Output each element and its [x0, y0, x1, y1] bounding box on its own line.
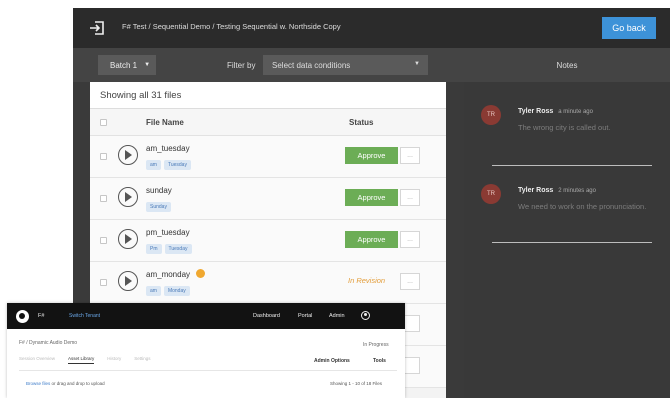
filter-toolbar: Batch 1 ▼ Filter by Select data conditio… [73, 48, 464, 82]
row-checkbox[interactable] [100, 279, 107, 286]
overlay-status[interactable]: In Progress [363, 342, 389, 348]
overlay-breadcrumb: F# / Dynamic Audio Demo [19, 340, 78, 346]
row-checkbox[interactable] [100, 153, 107, 160]
table-header: File Name Status [90, 109, 446, 136]
tag-list: Pm Tuesday [146, 244, 192, 254]
tag-list: am Tuesday [146, 160, 191, 170]
tag: am [146, 160, 161, 170]
divider [492, 165, 652, 166]
divider [19, 370, 397, 371]
admin-options-menu[interactable]: Admin Options [314, 358, 350, 364]
overlay-top-bar: F# Switch Tenant Dashboard Portal Admin [7, 303, 405, 329]
row-checkbox[interactable] [100, 237, 107, 244]
nav-dashboard[interactable]: Dashboard [253, 313, 280, 319]
upload-hint-text: or drag and drop to upload [51, 381, 105, 386]
tab-settings[interactable]: Settings [134, 356, 150, 364]
tag: Tuesday [164, 244, 192, 254]
tag: Monday [163, 286, 190, 296]
in-revision-status: In Revision [348, 276, 386, 285]
tab-history[interactable]: History [107, 356, 121, 364]
avatar: TR [481, 184, 501, 204]
overlay-tabs: Session Overview Asset Library History S… [19, 356, 151, 364]
play-icon[interactable] [118, 145, 138, 165]
tag: Tuesday [163, 160, 191, 170]
file-name: am_monday [146, 270, 191, 279]
table-row: am_tuesday am Tuesday Approve ... [90, 136, 446, 178]
notes-title: Notes [464, 48, 670, 82]
file-name: sunday [146, 186, 172, 195]
caret-down-icon: ▼ [144, 62, 151, 68]
note-header: Tyler Ross 2 minutes ago [518, 187, 596, 194]
play-icon[interactable] [118, 229, 138, 249]
tag: Sunday [146, 202, 171, 212]
note-author: Tyler Ross [518, 187, 554, 194]
switch-tenant-link[interactable]: Switch Tenant [69, 313, 100, 319]
batch-label: Batch 1 [110, 60, 138, 70]
more-options-button[interactable]: ... [400, 189, 420, 206]
note-time: 2 minutes ago [558, 188, 596, 194]
file-name: pm_tuesday [146, 228, 190, 237]
breadcrumb: F# Test / Sequential Demo / Testing Sequ… [122, 22, 341, 31]
approve-button[interactable]: Approve [345, 189, 398, 206]
approve-button[interactable]: Approve [345, 147, 398, 164]
tools-menu[interactable]: Tools [373, 358, 386, 364]
table-row: sunday Sunday Approve ... [90, 178, 446, 220]
filter-placeholder: Select data conditions [272, 60, 351, 70]
filter-select[interactable]: Select data conditions ▼ [263, 55, 428, 75]
play-icon[interactable] [118, 271, 138, 291]
upload-hint: Browse files or drag and drop to upload [26, 381, 105, 386]
tag-list: am Monday [146, 286, 190, 296]
row-checkbox[interactable] [100, 195, 107, 202]
column-status: Status [349, 118, 374, 127]
tab-asset-library[interactable]: Asset Library [68, 356, 95, 364]
asset-library-screenshot: F# Switch Tenant Dashboard Portal Admin … [7, 303, 405, 398]
note-time: a minute ago [558, 109, 593, 115]
note-header: Tyler Ross a minute ago [518, 108, 593, 115]
tag: Pm [146, 244, 162, 254]
select-all-checkbox[interactable] [100, 119, 107, 126]
tag: am [146, 286, 161, 296]
more-options-button[interactable]: ... [400, 231, 420, 248]
batch-dropdown[interactable]: Batch 1 ▼ [98, 55, 156, 75]
file-count: Showing 1 - 10 of 18 Files [330, 381, 383, 386]
note-author: Tyler Ross [518, 108, 554, 115]
files-count-title: Showing all 31 files [90, 82, 446, 109]
column-file-name: File Name [146, 118, 184, 127]
approve-button[interactable]: Approve [345, 231, 398, 248]
nav-admin[interactable]: Admin [329, 313, 345, 319]
play-icon[interactable] [118, 187, 138, 207]
tag-list: Sunday [146, 202, 171, 212]
filter-label: Filter by [227, 61, 256, 70]
exit-icon[interactable] [89, 21, 105, 35]
tab-session-overview[interactable]: Session Overview [19, 356, 55, 364]
browse-files-link[interactable]: Browse files [26, 381, 50, 386]
go-back-button[interactable]: Go back [602, 17, 656, 39]
table-row: pm_tuesday Pm Tuesday Approve ... [90, 220, 446, 262]
avatar: TR [481, 105, 501, 125]
divider [492, 242, 652, 243]
file-name: am_tuesday [146, 144, 190, 153]
more-options-button[interactable]: ... [400, 273, 420, 290]
note-text: We need to work on the pronunciation. [518, 202, 647, 211]
more-options-button[interactable]: ... [400, 147, 420, 164]
table-row: am_monday am Monday In Revision ... [90, 262, 446, 304]
top-bar: F# Test / Sequential Demo / Testing Sequ… [73, 8, 670, 48]
notes-panel: Notes TR Tyler Ross a minute ago The wron… [464, 48, 670, 398]
caret-down-icon: ▼ [414, 61, 420, 67]
user-icon[interactable] [361, 311, 370, 320]
brand-label: F# [38, 313, 45, 319]
nav-portal[interactable]: Portal [298, 313, 312, 319]
logo-icon[interactable] [16, 310, 29, 323]
emoji-face-icon [196, 269, 205, 278]
note-text: The wrong city is called out. [518, 123, 611, 132]
